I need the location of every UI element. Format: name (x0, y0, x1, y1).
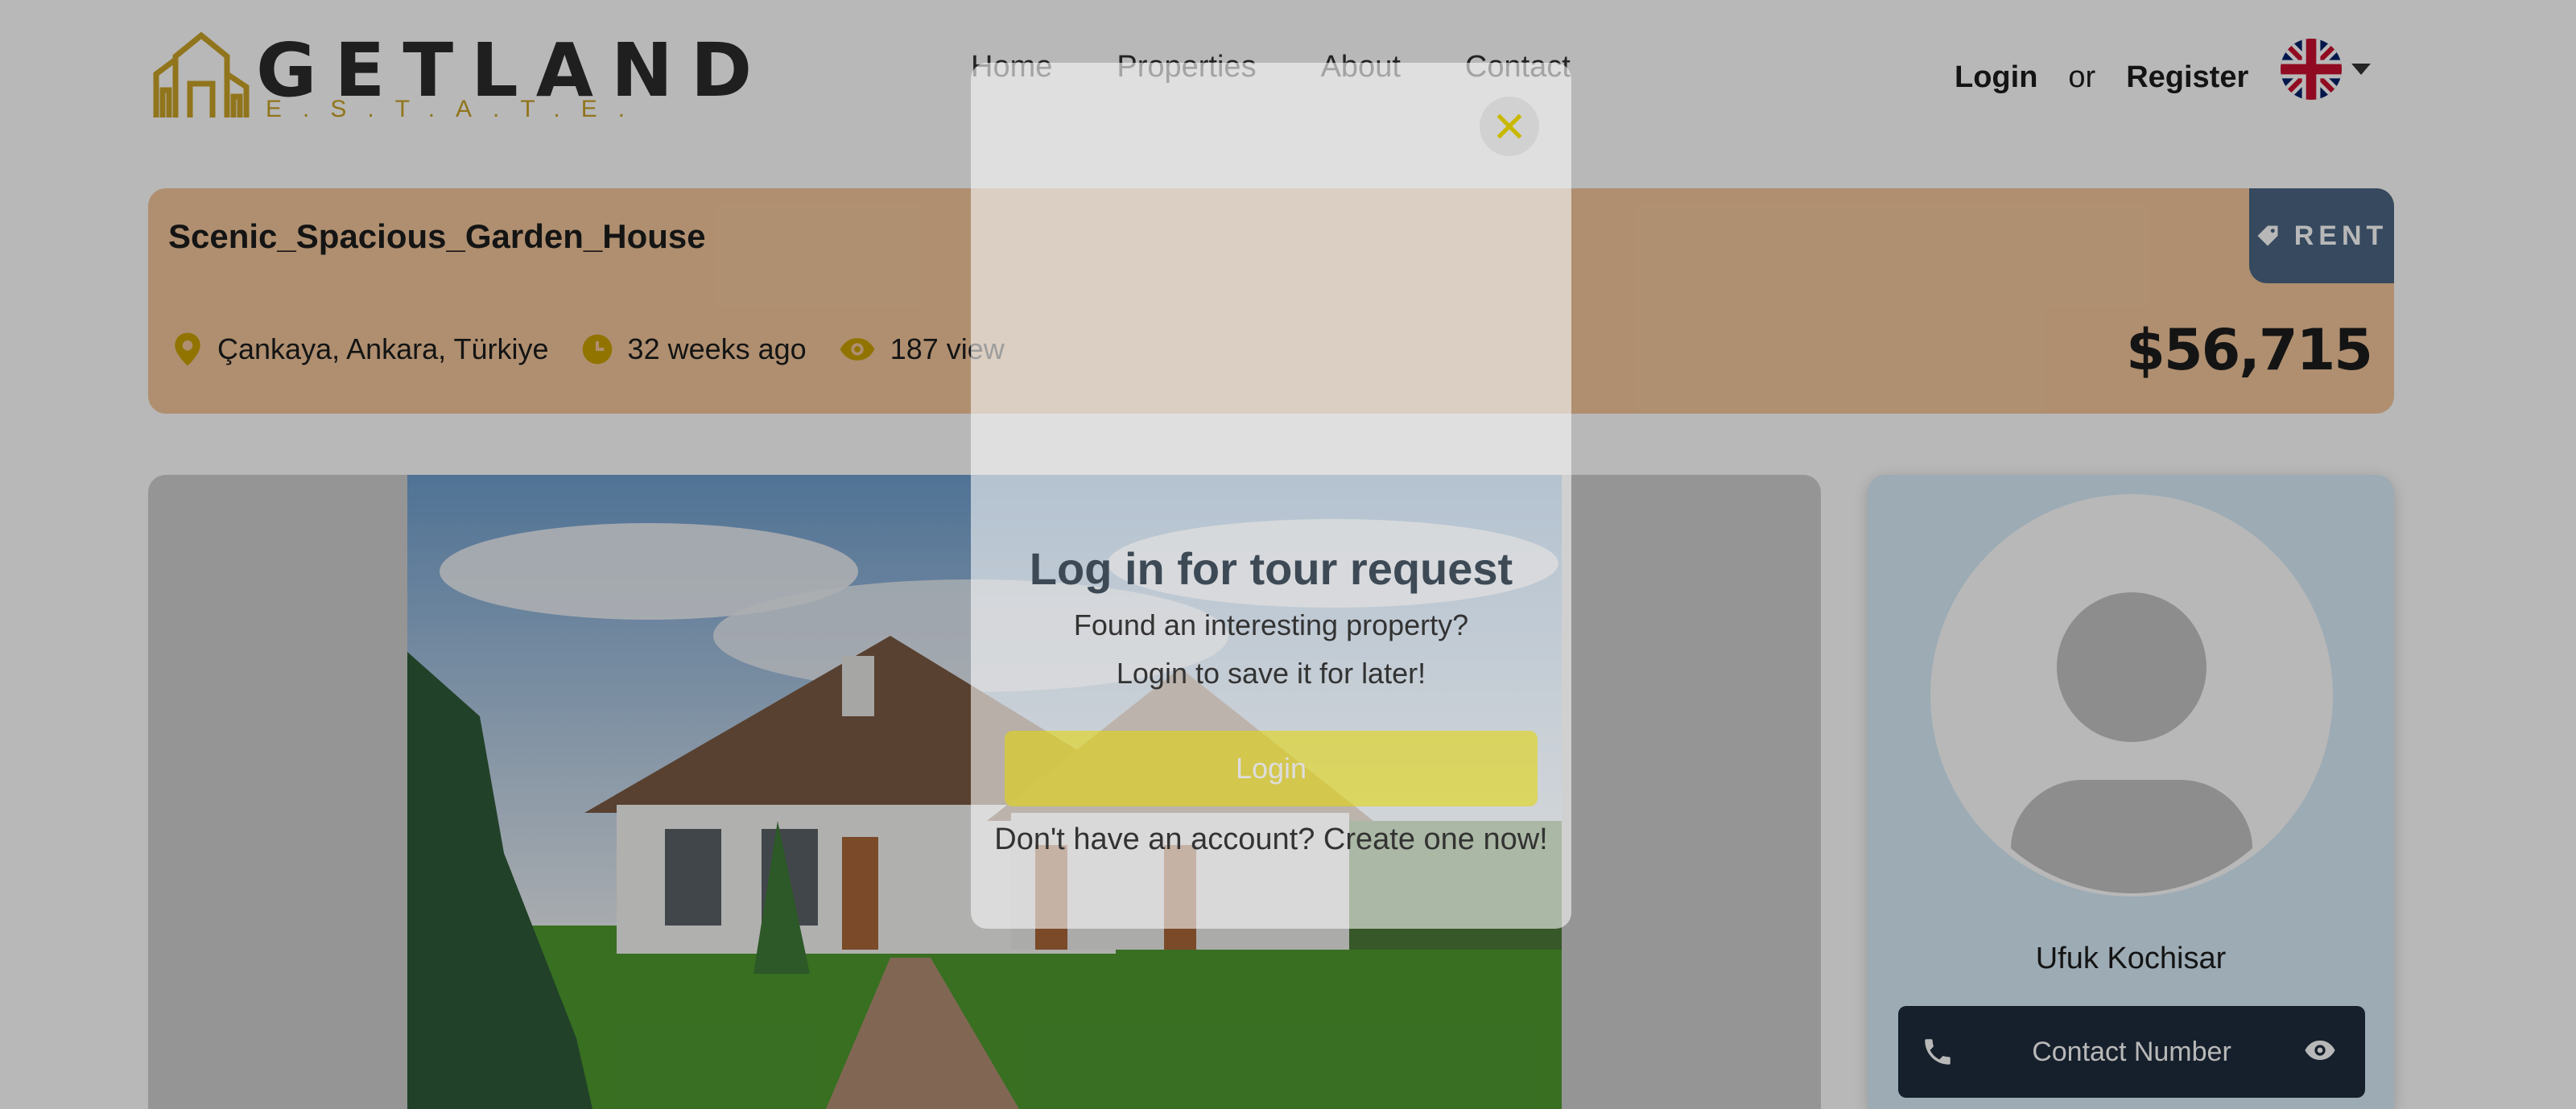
modal-subtitle-2: Login to save it for later! (1116, 657, 1426, 690)
login-modal: Log in for tour request Found an interes… (971, 63, 1571, 929)
modal-title: Log in for tour request (1029, 543, 1513, 594)
close-button[interactable] (1480, 97, 1539, 156)
modal-login-button[interactable]: Login (1005, 731, 1538, 806)
close-icon (1496, 113, 1522, 139)
signup-link[interactable]: Don't have an account? Create one now! (971, 822, 1571, 857)
modal-subtitle-1: Found an interesting property? (1073, 608, 1469, 641)
